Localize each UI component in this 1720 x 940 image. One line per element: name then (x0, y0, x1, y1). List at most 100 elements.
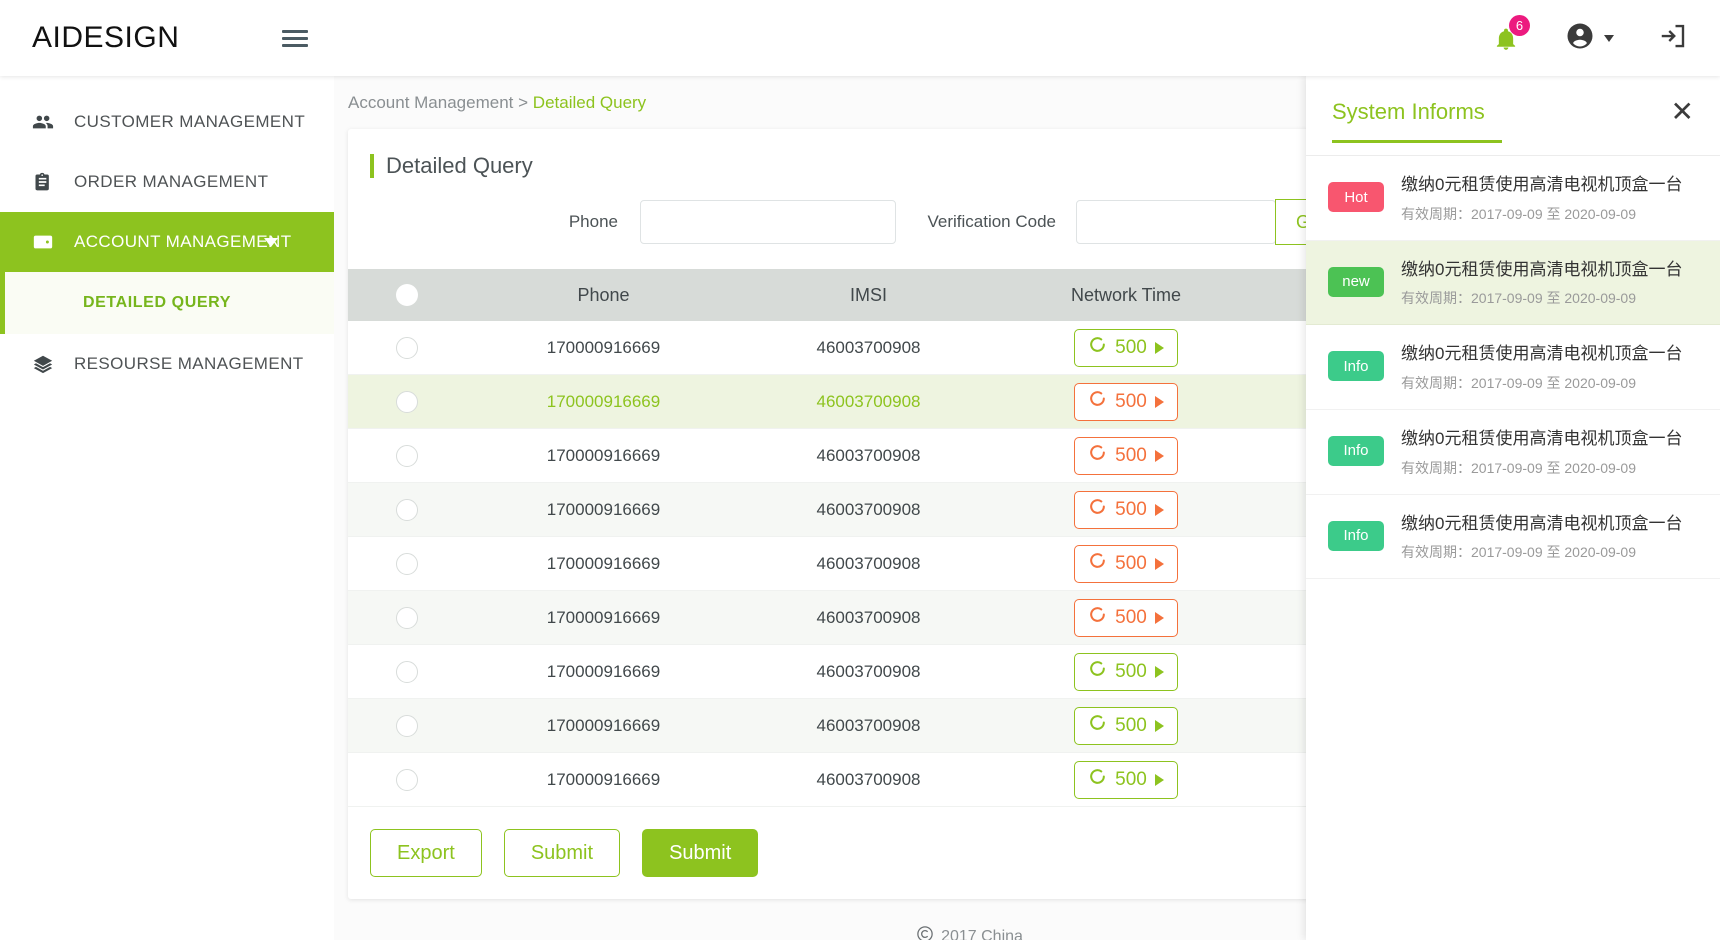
wallet-icon (30, 231, 56, 253)
flow-badge[interactable]: 500 (1074, 544, 1178, 583)
panel-title-underline (1332, 140, 1502, 143)
submit-button[interactable]: Submit (642, 829, 759, 877)
sidebar-item-label: ORDER MANAGEMENT (74, 172, 269, 191)
submit-outline-button[interactable]: Submit (503, 829, 621, 877)
account-menu-button[interactable] (1565, 21, 1614, 56)
cell-network-time: 500 (996, 706, 1256, 745)
notification-title: 缴纳0元租赁使用高清电视机顶盒一台 (1401, 428, 1683, 448)
flow-badge[interactable]: 500 (1074, 328, 1178, 367)
notification-body: 缴纳0元租赁使用高清电视机顶盒一台 有效周期：2017-09-09 至 2020-… (1401, 342, 1698, 393)
radio-icon (396, 498, 418, 521)
notifications-bell-button[interactable]: 6 (1491, 15, 1530, 55)
flow-badge[interactable]: 500 (1074, 760, 1178, 799)
flow-value: 500 (1115, 336, 1147, 358)
notification-body: 缴纳0元租赁使用高清电视机顶盒一台 有效周期：2017-09-09 至 2020-… (1401, 512, 1698, 563)
period-value: 2017-09-09 至 2020-09-09 (1471, 459, 1637, 476)
period-label: 有效周期： (1401, 290, 1471, 307)
row-select-radio[interactable] (348, 552, 466, 575)
notification-title: 缴纳0元租赁使用高清电视机顶盒一台 (1401, 175, 1683, 194)
notification-title: 缴纳0元租赁使用高清电视机顶盒一台 (1401, 513, 1683, 533)
cell-phone: 170000916669 (546, 715, 661, 735)
row-select-radio[interactable] (348, 714, 466, 737)
notification-item[interactable]: Info 缴纳0元租赁使用高清电视机顶盒一台 有效周期：2017-09-09 至 2… (1306, 325, 1720, 410)
row-select-radio[interactable] (348, 390, 466, 413)
cell-phone: 170000916669 (546, 499, 661, 519)
cell-phone: 170000916669 (546, 607, 661, 627)
refresh-icon (1088, 767, 1107, 792)
period-label: 有效周期： (1401, 459, 1471, 476)
row-select-radio[interactable] (348, 768, 466, 791)
row-select-radio[interactable] (348, 444, 466, 467)
notification-period: 有效周期：2017-09-09 至 2020-09-09 (1401, 204, 1698, 224)
sidebar-item-detailed-query[interactable]: DETAILED QUERY (0, 272, 334, 334)
notification-period: 有效周期：2017-09-09 至 2020-09-09 (1401, 288, 1698, 308)
row-select-radio[interactable] (348, 498, 466, 521)
flow-badge[interactable]: 500 (1074, 706, 1178, 745)
notification-title: 缴纳0元租赁使用高清电视机顶盒一台 (1401, 259, 1683, 279)
phone-input[interactable] (640, 200, 896, 244)
flow-badge[interactable]: 500 (1074, 490, 1178, 529)
select-all-radio[interactable] (348, 284, 466, 306)
flow-value: 500 (1115, 390, 1147, 412)
radio-icon (396, 606, 418, 629)
cell-network-time: 500 (996, 598, 1256, 637)
radio-icon (396, 284, 418, 306)
notification-badge: Hot (1328, 182, 1384, 212)
notification-item[interactable]: new 缴纳0元租赁使用高清电视机顶盒一台 有效周期：2017-09-09 至 20… (1306, 240, 1720, 326)
flow-badge[interactable]: 500 (1074, 652, 1178, 691)
page-title: Detailed Query (386, 153, 533, 178)
radio-icon (396, 660, 418, 683)
notification-period: 有效周期：2017-09-09 至 2020-09-09 (1401, 373, 1698, 393)
play-icon (1154, 449, 1164, 462)
notification-badge: Info (1328, 351, 1384, 382)
notification-body: 缴纳0元租赁使用高清电视机顶盒一台 有效周期：2017-09-09 至 2020-… (1401, 427, 1698, 478)
sidebar-item-order-management[interactable]: ORDER MANAGEMENT (0, 152, 334, 212)
flow-value: 500 (1115, 606, 1147, 628)
flow-value: 500 (1115, 714, 1147, 736)
period-label: 有效周期： (1401, 374, 1471, 391)
system-informs-panel: System Informs ✕ Hot 缴纳0元租赁使用高清电视机顶盒一台 有效周… (1306, 76, 1720, 940)
cell-network-time: 500 (996, 328, 1256, 367)
cell-imsi: 46003700908 (816, 607, 921, 627)
refresh-icon (1088, 659, 1107, 684)
refresh-icon (1088, 443, 1107, 468)
breadcrumb-current: Detailed Query (532, 93, 647, 112)
refresh-icon (1088, 497, 1107, 522)
verification-code-input[interactable] (1076, 200, 1276, 244)
period-value: 2017-09-09 至 2020-09-09 (1471, 290, 1637, 307)
layers-icon (30, 353, 56, 375)
breadcrumb-parent[interactable]: Account Management (348, 93, 513, 112)
row-select-radio[interactable] (348, 336, 466, 359)
cell-phone: 170000916669 (546, 445, 661, 465)
cell-network-time: 500 (996, 382, 1256, 421)
sidebar-item-customer-management[interactable]: CUSTOMER MANAGEMENT (0, 92, 334, 152)
export-button[interactable]: Export (370, 829, 482, 877)
row-select-radio[interactable] (348, 606, 466, 629)
flow-value: 500 (1115, 768, 1147, 790)
title-accent-bar (370, 154, 374, 178)
flow-badge[interactable]: 500 (1074, 382, 1178, 421)
flow-badge[interactable]: 500 (1074, 598, 1178, 637)
flow-badge[interactable]: 500 (1074, 436, 1178, 475)
panel-header: System Informs ✕ (1306, 76, 1720, 126)
radio-icon (396, 444, 418, 467)
close-icon[interactable]: ✕ (1671, 98, 1694, 126)
sidebar-item-account-management[interactable]: ACCOUNT MANAGEMENT (0, 212, 334, 272)
notification-item[interactable]: Info 缴纳0元租赁使用高清电视机顶盒一台 有效周期：2017-09-09 至 2… (1306, 495, 1720, 580)
cell-phone: 170000916669 (546, 337, 661, 357)
logout-button[interactable] (1658, 21, 1688, 56)
notification-item[interactable]: Info 缴纳0元租赁使用高清电视机顶盒一台 有效周期：2017-09-09 至 2… (1306, 410, 1720, 495)
row-select-radio[interactable] (348, 660, 466, 683)
hamburger-icon[interactable] (282, 29, 308, 47)
sidebar-item-resourse-management[interactable]: RESOURSE MANAGEMENT (0, 334, 334, 394)
cell-imsi: 46003700908 (816, 445, 921, 465)
notification-item[interactable]: Hot 缴纳0元租赁使用高清电视机顶盒一台 有效周期：2017-09-09 至 20… (1306, 156, 1720, 241)
cell-network-time: 500 (996, 544, 1256, 583)
notification-badge: Info (1328, 435, 1384, 466)
period-value: 2017-09-09 至 2020-09-09 (1471, 374, 1637, 391)
flow-value: 500 (1115, 498, 1147, 520)
notification-badge: Info (1328, 520, 1384, 551)
cell-imsi: 46003700908 (816, 769, 921, 789)
play-icon (1154, 341, 1164, 354)
play-icon (1154, 665, 1164, 678)
